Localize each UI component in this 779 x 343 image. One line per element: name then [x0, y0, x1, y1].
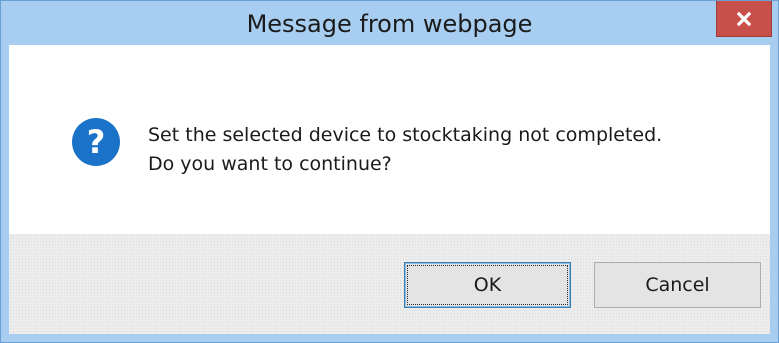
message-dialog: Message from webpage ? Set the selected … [0, 0, 779, 343]
dialog-title: Message from webpage [246, 10, 533, 38]
close-button[interactable] [716, 1, 772, 37]
ok-button[interactable]: OK [404, 262, 571, 308]
cancel-button-label: Cancel [645, 274, 710, 296]
cancel-button[interactable]: Cancel [594, 262, 761, 308]
button-bar: OK Cancel [9, 234, 770, 334]
question-icon: ? [71, 117, 121, 167]
title-bar[interactable]: Message from webpage [1, 1, 778, 45]
message-line: Do you want to continue? [148, 153, 392, 175]
message-line: Set the selected device to stocktaking n… [148, 124, 663, 146]
message-area: ? Set the selected device to stocktaking… [9, 45, 770, 234]
ok-button-label: OK [473, 274, 502, 296]
svg-text:?: ? [87, 123, 106, 161]
message-text: Set the selected device to stocktaking n… [148, 121, 662, 179]
close-icon [736, 11, 752, 27]
